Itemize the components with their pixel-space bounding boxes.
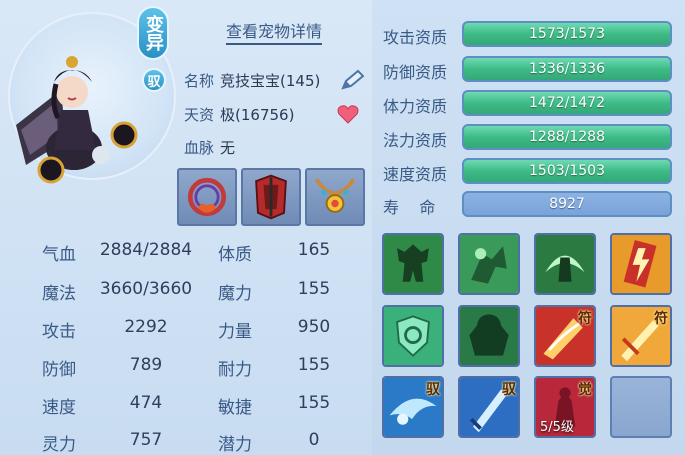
stat-value-speed: 474	[129, 393, 163, 413]
rune-tag: 符	[578, 311, 592, 327]
stat-label-mp: 魔法	[42, 284, 76, 304]
collar-icon	[187, 177, 227, 217]
point-value-magic: 155	[297, 279, 331, 299]
stat-label-defense: 防御	[42, 360, 76, 380]
point-value-potential: 0	[308, 430, 320, 450]
name-value: 竞技宝宝(145)	[220, 72, 321, 90]
skill-slot-7[interactable]: 符	[534, 305, 596, 367]
skill-slot-9[interactable]: 驭	[382, 376, 444, 438]
mutate-badge: 变异	[137, 6, 169, 60]
stat-label-attack: 攻击	[42, 322, 76, 342]
tame-tag: 驭	[502, 382, 516, 398]
skill-slot-2[interactable]	[458, 233, 520, 295]
quality-bar-speed: 1503/1503	[462, 158, 672, 184]
tame-badge: 驭	[142, 68, 166, 92]
crescent-knight-icon	[536, 235, 594, 293]
skill-slot-10[interactable]: 驭	[458, 376, 520, 438]
quality-bar-defense: 1336/1336	[462, 56, 672, 82]
rename-pencil-icon[interactable]	[340, 69, 366, 91]
point-value-agility: 155	[297, 393, 331, 413]
skill-slot-11[interactable]: 觉 5/5级	[534, 376, 596, 438]
stat-value-spirit: 757	[129, 430, 163, 450]
giant-icon	[460, 307, 518, 365]
name-row: 名称 竞技宝宝(145)	[184, 70, 320, 91]
point-label-endurance: 耐力	[218, 360, 252, 380]
quality-bar-stamina: 1472/1472	[462, 90, 672, 116]
skill-level: 5/5级	[540, 420, 574, 435]
quality-bar-mana: 1288/1288	[462, 124, 672, 150]
shield-heal-icon	[384, 307, 442, 365]
skill-slot-1[interactable]	[382, 233, 444, 295]
skill-slot-empty[interactable]	[610, 376, 672, 438]
life-bar: 8927	[462, 191, 672, 217]
heart-icon[interactable]	[337, 104, 359, 124]
point-label-constitution: 体质	[218, 245, 252, 265]
bloodline-value: 无	[220, 139, 236, 157]
view-pet-details-link[interactable]: 查看宠物详情	[226, 18, 323, 45]
point-value-constitution: 165	[297, 240, 331, 260]
skill-slot-5[interactable]	[382, 305, 444, 367]
bloodline-row: 血脉无	[184, 137, 235, 158]
necklace-icon	[314, 178, 356, 213]
skill-slot-8[interactable]: 符	[610, 305, 672, 367]
skill-slot-4[interactable]	[610, 233, 672, 295]
quality-bar-attack: 1573/1573	[462, 21, 672, 47]
pet-portrait[interactable]	[6, 30, 151, 190]
point-value-strength: 950	[297, 317, 331, 337]
quality-label-defense: 防御资质	[383, 63, 448, 82]
point-value-endurance: 155	[297, 355, 331, 375]
skill-slot-6[interactable]	[458, 305, 520, 367]
name-label: 名称	[184, 72, 215, 90]
shadow-strike-icon	[460, 235, 518, 293]
point-label-strength: 力量	[218, 322, 252, 342]
bloodline-label: 血脉	[184, 139, 215, 157]
awaken-tag: 觉	[578, 382, 592, 398]
stat-value-hp: 2884/2884	[99, 240, 193, 260]
quality-label-stamina: 体力资质	[383, 97, 448, 116]
aptitude-value: 极(16756)	[220, 106, 295, 124]
equipment-slot-collar[interactable]	[177, 168, 237, 226]
life-label: 寿 命	[383, 198, 436, 217]
stat-value-attack: 2292	[124, 317, 168, 337]
tame-tag: 驭	[426, 382, 440, 398]
stat-label-speed: 速度	[42, 398, 76, 418]
armor-icon	[255, 174, 287, 220]
aptitude-label: 天资	[184, 106, 215, 124]
stat-label-spirit: 灵力	[42, 435, 76, 455]
quality-label-mana: 法力资质	[383, 131, 448, 150]
skill-slot-3[interactable]	[534, 233, 596, 295]
aptitude-row: 天资 极(16756)	[184, 104, 294, 125]
quality-label-attack: 攻击资质	[383, 28, 448, 47]
lightning-charm-icon	[612, 235, 670, 293]
strength-icon	[384, 235, 442, 293]
point-label-agility: 敏捷	[218, 398, 252, 418]
stat-value-mp: 3660/3660	[99, 279, 193, 299]
rune-tag: 符	[654, 311, 668, 327]
point-label-magic: 魔力	[218, 284, 252, 304]
equipment-slot-necklace[interactable]	[305, 168, 365, 226]
quality-label-speed: 速度资质	[383, 165, 448, 184]
point-label-potential: 潜力	[218, 435, 252, 455]
stat-value-defense: 789	[129, 355, 163, 375]
equipment-slot-armor[interactable]	[241, 168, 301, 226]
stat-label-hp: 气血	[42, 245, 76, 265]
